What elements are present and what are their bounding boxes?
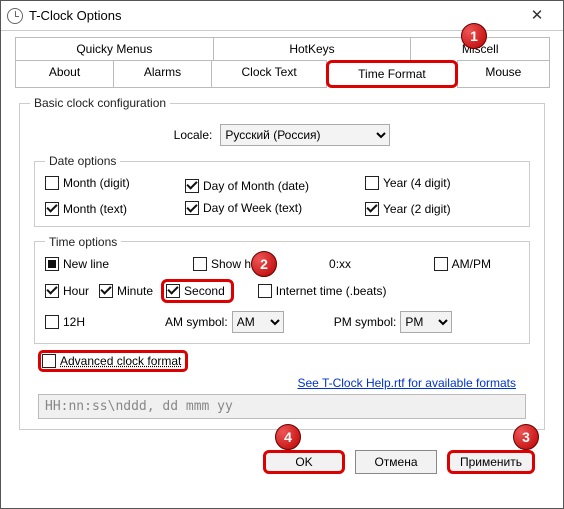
tab-hotkeys[interactable]: HotKeys [213,37,412,60]
chk-year-2digit[interactable]: Year (2 digit) [365,202,451,216]
chk-minute[interactable]: Minute [99,284,153,298]
chk-month-digit[interactable]: Month (digit) [45,176,130,190]
chk-advanced-format[interactable]: Advanced clock format [42,354,181,368]
chk-day-of-month[interactable]: Day of Month (date) [185,179,309,193]
chk-12h[interactable]: 12H [45,315,145,329]
ok-button[interactable]: OK [263,450,345,474]
callout-2: 2 [251,251,277,277]
chk-second-highlight: Second [161,279,234,303]
tab-time-format[interactable]: Time Format [326,60,458,88]
apply-button[interactable]: Применить [447,450,535,474]
group-basic-legend: Basic clock configuration [30,96,170,110]
close-icon[interactable]: ✕ [517,2,557,30]
help-link[interactable]: See T-Clock Help.rtf for available forma… [38,376,516,390]
callout-4: 4 [275,424,301,450]
chk-internet-time[interactable]: Internet time (.beats) [258,284,387,298]
group-time-legend: Time options [45,235,121,249]
chk-show-hours[interactable]: Show h [193,257,251,271]
pm-symbol-select[interactable]: PM [400,311,452,333]
tab-clock-text[interactable]: Clock Text [211,60,327,88]
show-hours-suffix: 0:xx [329,257,351,271]
chk-advanced-highlight: Advanced clock format [38,350,188,372]
tab-quicky-menus[interactable]: Quicky Menus [15,37,214,60]
tab-mouse[interactable]: Mouse [457,60,550,88]
group-basic-clock: Basic clock configuration Locale: Русски… [19,96,545,430]
pm-symbol-label: PM symbol: [334,315,397,329]
tab-control: Quicky Menus HotKeys Miscell About Alarm… [15,37,549,88]
am-symbol-select[interactable]: AM [232,311,284,333]
group-date-options: Date options Month (digit) Month (text) … [34,154,530,227]
chk-hour[interactable]: Hour [45,284,89,298]
callout-3: 3 [513,424,539,450]
callout-1: 1 [461,23,487,49]
tab-alarms[interactable]: Alarms [113,60,212,88]
group-time-options: Time options New line Show h 0:xx AM/PM … [34,235,530,344]
chk-year-4digit[interactable]: Year (4 digit) [365,176,451,190]
chk-day-of-week[interactable]: Day of Week (text) [185,201,302,215]
format-string-input[interactable] [38,394,526,419]
tab-about[interactable]: About [15,60,114,88]
clock-icon [7,8,23,24]
chk-month-text[interactable]: Month (text) [45,202,127,216]
chk-ampm[interactable]: AM/PM [434,257,491,271]
group-date-legend: Date options [45,154,120,168]
locale-select[interactable]: Русский (Россия) [220,124,390,146]
am-symbol-label: AM symbol: [165,315,228,329]
cancel-button[interactable]: Отмена [355,450,437,474]
dialog-buttons: OK Отмена Применить 4 3 [19,450,535,474]
chk-second[interactable]: Second [166,284,225,298]
window-title: T-Clock Options [29,8,517,23]
content-area: Quicky Menus HotKeys Miscell About Alarm… [1,31,563,488]
chk-new-line[interactable]: New line [45,257,175,271]
locale-label: Locale: [174,128,213,142]
